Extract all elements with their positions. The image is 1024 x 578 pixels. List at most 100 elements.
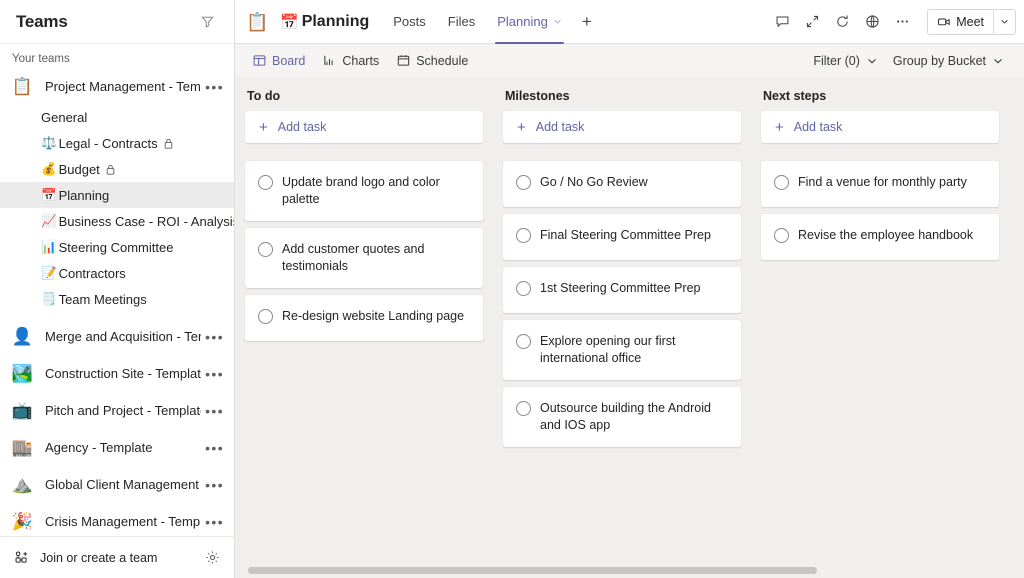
team-more-options-icon[interactable]: ••• [201,370,224,378]
tab-label: Planning [497,14,548,29]
plus-icon: + [517,120,526,135]
teams-app-window: Teams Your teams 📋 Project Management - … [0,0,1024,578]
add-task-button[interactable]: + Add task [245,111,483,143]
view-tab-board[interactable]: Board [245,50,313,72]
chevron-down-icon [867,56,877,66]
more-options-icon[interactable] [888,8,916,36]
tab-posts[interactable]: Posts [383,0,436,44]
tab-label: Files [448,14,475,29]
tab-files[interactable]: Files [438,0,485,44]
view-tab-charts[interactable]: Charts [315,50,387,72]
task-card[interactable]: Re-design website Landing page [245,295,483,341]
sidebar-team-list[interactable]: Your teams 📋 Project Management - Templa… [0,44,234,536]
money-bag-icon: 💰 [41,163,57,176]
bucket-next-steps: Next steps + Add task Find a venue for m… [751,89,1009,578]
horizontal-scrollbar[interactable] [235,562,1024,578]
notepad-icon: 🗒️ [41,293,57,306]
team-more-options-icon[interactable]: ••• [201,518,224,526]
sidebar-team-project-management[interactable]: 📋 Project Management - Template ••• [0,69,234,104]
team-more-options-icon[interactable]: ••• [201,83,224,91]
sidebar-channel-budget[interactable]: 💰 Budget [0,156,234,182]
view-tab-schedule[interactable]: Schedule [389,50,476,72]
chevron-down-icon[interactable] [553,17,562,26]
team-more-options-icon[interactable]: ••• [201,444,224,452]
meet-chevron-down-icon[interactable] [994,10,1015,34]
team-name-label: Pitch and Project - Template [45,403,201,418]
task-card[interactable]: Outsource building the Android and IOS a… [503,387,741,447]
team-name-label: Construction Site - Template [45,366,201,381]
sidebar-team-merge-and-acquisition[interactable]: 👤 Merge and Acquisition - Templ... ••• [0,319,234,354]
memo-icon: 📝 [41,267,57,280]
sidebar-title: Teams [16,12,68,32]
task-card[interactable]: Revise the employee handbook [761,214,999,260]
add-task-label: Add task [794,120,843,134]
sidebar-channel-contractors[interactable]: 📝 Contractors [0,260,234,286]
group-by-dropdown[interactable]: Group by Bucket [886,50,1010,72]
meet-button[interactable]: Meet [928,10,993,34]
add-tab-button[interactable]: + [574,0,600,44]
plus-icon: + [775,120,784,135]
join-or-create-team-button[interactable]: Join or create a team [40,551,195,565]
globe-icon[interactable] [858,8,886,36]
channel-name-label: Team Meetings [59,292,147,307]
sidebar-channel-planning[interactable]: 📅 Planning [0,182,234,208]
channel-title-label: Planning [302,13,370,31]
task-complete-checkbox[interactable] [774,175,789,190]
page-title: 📅 Planning [280,13,369,31]
chat-icon[interactable] [768,8,796,36]
team-more-options-icon[interactable]: ••• [201,481,224,489]
add-team-icon [14,550,30,566]
bucket-title: Milestones [503,89,741,111]
sidebar-channel-general[interactable]: General [0,104,234,130]
team-avatar-icon: ⛰️ [10,472,35,497]
sidebar-channel-legal-contracts[interactable]: ⚖️ Legal - Contracts [0,130,234,156]
expand-icon[interactable] [798,8,826,36]
tab-planning[interactable]: Planning [487,0,572,44]
filter-funnel-icon[interactable] [194,9,220,35]
view-tab-label: Schedule [416,54,468,68]
sidebar-team-global-client-management[interactable]: ⛰️ Global Client Management - Te... ••• [0,467,234,502]
filter-dropdown[interactable]: Filter (0) [806,50,884,72]
task-complete-checkbox[interactable] [516,401,531,416]
group-by-label: Group by Bucket [893,54,986,68]
refresh-icon[interactable] [828,8,856,36]
task-card[interactable]: 1st Steering Committee Prep [503,267,741,313]
task-complete-checkbox[interactable] [258,242,273,257]
task-title: Go / No Go Review [540,174,648,191]
task-card[interactable]: Explore opening our first international … [503,320,741,380]
team-more-options-icon[interactable]: ••• [201,407,224,415]
task-card[interactable]: Add customer quotes and testimonials [245,228,483,288]
team-more-options-icon[interactable]: ••• [201,333,224,341]
topbar-actions: Meet [768,8,1016,36]
sidebar-team-crisis-management[interactable]: 🎉 Crisis Management - Template ••• [0,504,234,536]
channel-tabs: Posts Files Planning + [383,0,600,44]
team-avatar-icon: 🏞️ [10,361,35,386]
team-avatar-icon: 👤 [10,324,35,349]
gear-icon[interactable] [205,550,220,565]
sidebar-team-construction-site[interactable]: 🏞️ Construction Site - Template ••• [0,356,234,391]
task-card[interactable]: Go / No Go Review [503,161,741,207]
team-name-label: Project Management - Template [45,79,201,94]
task-card[interactable]: Find a venue for monthly party [761,161,999,207]
task-title: Outsource building the Android and IOS a… [540,400,727,434]
task-complete-checkbox[interactable] [774,228,789,243]
planner-board: To do + Add task Update brand logo and c… [235,77,1024,578]
scrollbar-thumb[interactable] [248,567,817,574]
your-teams-label: Your teams [0,53,234,69]
task-card[interactable]: Final Steering Committee Prep [503,214,741,260]
add-task-button[interactable]: + Add task [761,111,999,143]
task-complete-checkbox[interactable] [516,334,531,349]
sidebar-channel-business-case[interactable]: 📈 Business Case - ROI - Analysis [0,208,234,234]
sidebar-team-agency[interactable]: 🏬 Agency - Template ••• [0,430,234,465]
sidebar-channel-steering-committee[interactable]: 📊 Steering Committee [0,234,234,260]
task-complete-checkbox[interactable] [258,309,273,324]
task-title: Add customer quotes and testimonials [282,241,469,275]
task-complete-checkbox[interactable] [258,175,273,190]
task-complete-checkbox[interactable] [516,228,531,243]
task-complete-checkbox[interactable] [516,281,531,296]
sidebar-channel-team-meetings[interactable]: 🗒️ Team Meetings [0,286,234,312]
add-task-button[interactable]: + Add task [503,111,741,143]
task-card[interactable]: Update brand logo and color palette [245,161,483,221]
sidebar-team-pitch-and-project[interactable]: 📺 Pitch and Project - Template ••• [0,393,234,428]
task-complete-checkbox[interactable] [516,175,531,190]
